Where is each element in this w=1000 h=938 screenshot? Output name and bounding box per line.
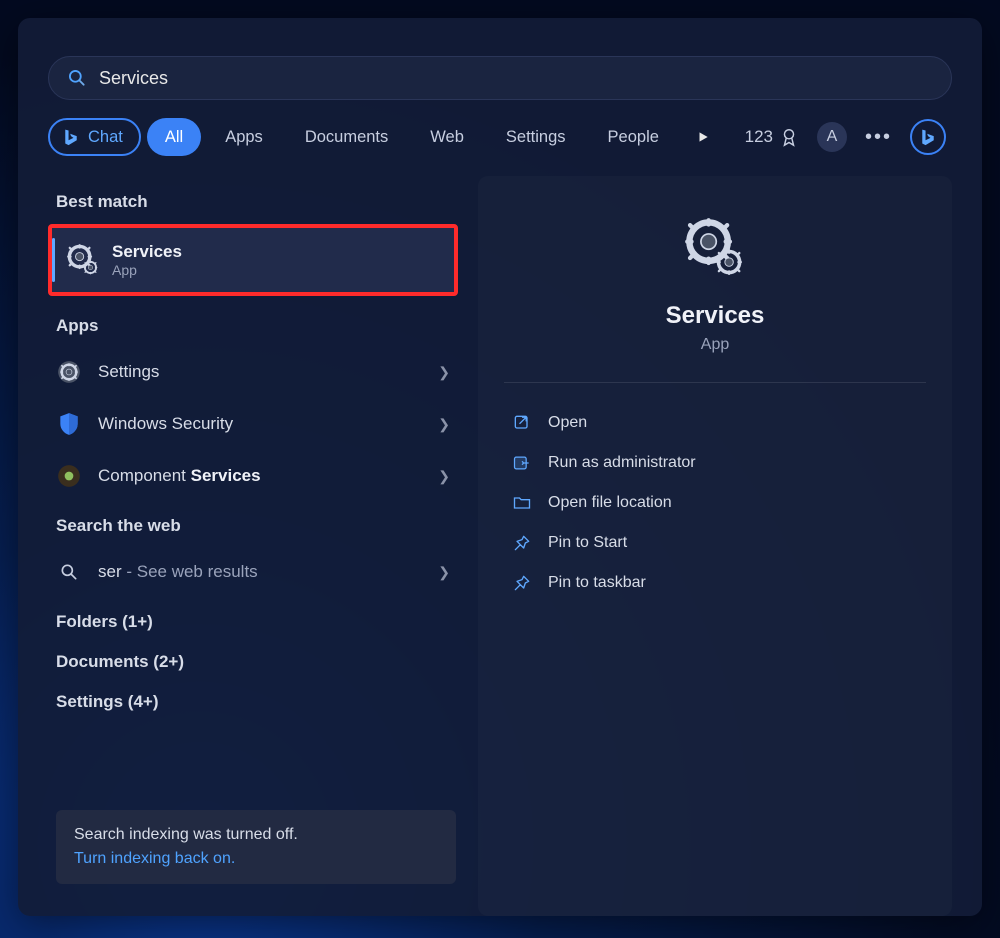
settings-icon — [56, 359, 82, 385]
action-open[interactable]: Open — [504, 403, 926, 443]
chevron-right-icon: ❯ — [438, 416, 450, 433]
web-result[interactable]: ser - See web results ❯ — [48, 548, 458, 596]
action-open-location[interactable]: Open file location — [504, 483, 926, 523]
web-label: ser - See web results — [98, 562, 438, 582]
best-match-header: Best match — [56, 192, 458, 212]
action-label: Pin to taskbar — [548, 574, 646, 592]
shield-icon — [56, 411, 82, 437]
more-options-button[interactable]: ••• — [865, 126, 892, 149]
filter-apps[interactable]: Apps — [207, 118, 281, 156]
search-bar[interactable] — [48, 56, 952, 100]
notice-link[interactable]: Turn indexing back on. — [74, 850, 438, 868]
app-result-settings[interactable]: Settings ❯ — [48, 348, 458, 396]
folders-group[interactable]: Folders (1+) — [56, 612, 458, 632]
filter-settings[interactable]: Settings — [488, 118, 584, 156]
apps-header: Apps — [56, 316, 458, 336]
services-icon — [683, 216, 747, 280]
results-column: Best match Services App Apps Settings ❯ … — [48, 166, 458, 906]
chevron-right-icon: ❯ — [438, 564, 450, 581]
preview-subtitle: App — [504, 336, 926, 354]
medal-icon — [779, 127, 799, 147]
action-pin-start[interactable]: Pin to Start — [504, 523, 926, 563]
best-match-title: Services — [112, 242, 182, 262]
app-label: Component Services — [98, 466, 438, 486]
filter-documents[interactable]: Documents — [287, 118, 406, 156]
filter-web[interactable]: Web — [412, 118, 482, 156]
best-match-subtitle: App — [112, 262, 182, 278]
divider — [504, 382, 926, 383]
app-result-component-services[interactable]: Component Services ❯ — [48, 452, 458, 500]
chevron-right-icon: ❯ — [438, 364, 450, 381]
app-label: Windows Security — [98, 414, 438, 434]
bing-icon — [919, 128, 937, 146]
component-services-icon — [56, 463, 82, 489]
chat-chip[interactable]: Chat — [48, 118, 141, 156]
preview-title: Services — [504, 302, 926, 330]
services-icon — [66, 243, 100, 277]
folder-icon — [512, 493, 532, 513]
app-label: Settings — [98, 362, 438, 382]
pin-icon — [512, 533, 532, 553]
search-web-header: Search the web — [56, 516, 458, 536]
notice-title: Search indexing was turned off. — [74, 826, 438, 844]
rewards-button[interactable]: 123 — [745, 127, 799, 147]
chat-label: Chat — [88, 128, 123, 147]
search-icon — [59, 562, 79, 582]
app-result-security[interactable]: Windows Security ❯ — [48, 400, 458, 448]
play-icon — [696, 130, 710, 144]
action-label: Open file location — [548, 494, 672, 512]
action-label: Open — [548, 414, 587, 432]
filter-people[interactable]: People — [590, 118, 677, 156]
more-filters-button[interactable] — [693, 127, 713, 147]
account-avatar[interactable]: A — [817, 122, 847, 152]
filter-all[interactable]: All — [147, 118, 201, 156]
pin-icon — [512, 573, 532, 593]
preview-pane: Services App Open Run as administrator O… — [478, 176, 952, 916]
bing-icon — [62, 128, 80, 146]
action-label: Pin to Start — [548, 534, 627, 552]
documents-group[interactable]: Documents (2+) — [56, 652, 458, 672]
bing-chat-button[interactable] — [910, 119, 946, 155]
open-icon — [512, 413, 532, 433]
search-input[interactable] — [99, 57, 933, 99]
toolbar-right: 123 A ••• — [745, 119, 952, 155]
best-match-result[interactable]: Services App — [48, 224, 458, 296]
action-pin-taskbar[interactable]: Pin to taskbar — [504, 563, 926, 603]
admin-icon — [512, 453, 532, 473]
action-run-admin[interactable]: Run as administrator — [504, 443, 926, 483]
search-icon — [67, 68, 87, 88]
indexing-notice: Search indexing was turned off. Turn ind… — [56, 810, 456, 884]
search-window: Chat All Apps Documents Web Settings Peo… — [18, 18, 982, 916]
settings-group[interactable]: Settings (4+) — [56, 692, 458, 712]
action-label: Run as administrator — [548, 454, 696, 472]
chevron-right-icon: ❯ — [438, 468, 450, 485]
rewards-points: 123 — [745, 127, 773, 147]
filter-row: Chat All Apps Documents Web Settings Peo… — [18, 100, 982, 166]
content-area: Best match Services App Apps Settings ❯ … — [18, 166, 982, 906]
